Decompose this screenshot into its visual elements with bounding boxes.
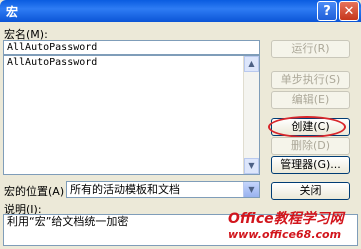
delete-button[interactable]: 删除(D) <box>271 137 350 155</box>
location-label-text: 宏的位置 <box>4 185 48 198</box>
location-label: 宏的位置(A) <box>4 183 64 199</box>
location-select[interactable]: 所有的活动模板和文档 ▼ <box>66 181 260 198</box>
title-bar[interactable]: 宏 ? ✕ <box>0 0 361 22</box>
run-button[interactable]: 运行(R) <box>271 40 350 58</box>
location-mnemonic: (A) <box>48 185 65 198</box>
create-button[interactable]: 创建(C) <box>271 118 350 136</box>
watermark-url: www.office68.com <box>228 228 342 241</box>
location-selected: 所有的活动模板和文档 <box>70 183 180 196</box>
macro-list-scrollbar[interactable]: ▲ ▼ <box>243 56 259 174</box>
chevron-down-icon[interactable]: ▼ <box>243 182 259 197</box>
macro-name-input[interactable]: AllAutoPassword <box>3 40 260 55</box>
macro-list[interactable]: AllAutoPassword ▲ ▼ <box>3 55 260 175</box>
window-title: 宏 <box>6 5 19 19</box>
description-text: 利用“宏”给文档统一加密 <box>7 215 129 228</box>
help-button[interactable]: ? <box>317 1 337 21</box>
close-button[interactable]: 关闭 <box>271 182 350 200</box>
close-window-button[interactable]: ✕ <box>339 1 359 21</box>
step-into-button[interactable]: 单步执行(S) <box>271 71 350 89</box>
macro-dialog: 宏 ? ✕ 宏名(M): AllAutoPassword AllAutoPass… <box>0 0 361 249</box>
edit-button[interactable]: 编辑(E) <box>271 91 350 109</box>
organizer-button[interactable]: 管理器(G)... <box>271 156 350 174</box>
scroll-down-icon[interactable]: ▼ <box>244 158 259 174</box>
scroll-up-icon[interactable]: ▲ <box>244 56 259 72</box>
watermark: Office教程学习网 www.office68.com <box>228 211 345 243</box>
macro-list-item[interactable]: AllAutoPassword <box>4 56 259 70</box>
watermark-brand: Office教程学习网 <box>228 211 344 227</box>
